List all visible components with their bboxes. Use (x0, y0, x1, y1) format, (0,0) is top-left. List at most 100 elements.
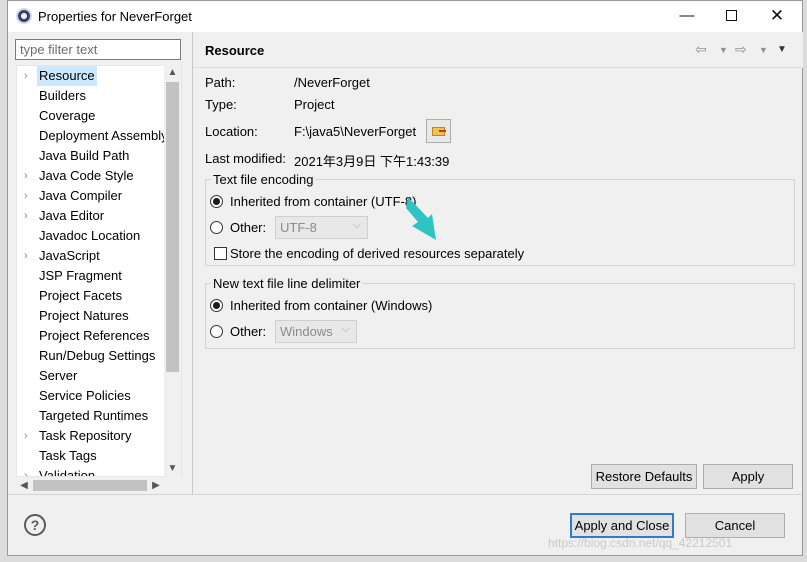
tree-horizontal-scrollbar[interactable]: ◀ ▶ (16, 477, 164, 494)
tree-item-project-natures[interactable]: Project Natures (17, 306, 167, 326)
tree-item-targeted-runtimes[interactable]: Targeted Runtimes (17, 406, 167, 426)
scroll-thumb[interactable] (166, 82, 179, 372)
tree-item-label: Project References (39, 328, 150, 343)
expand-arrow-icon[interactable]: › (24, 186, 34, 206)
forward-arrow-icon[interactable]: ⇨ (735, 41, 747, 58)
encoding-other-radio[interactable] (210, 221, 223, 234)
tree-item-java-compiler[interactable]: › Java Compiler (17, 186, 167, 206)
title-bar: Properties for NeverForget — ✕ (8, 1, 802, 32)
tree-item-jsp-fragment[interactable]: JSP Fragment (17, 266, 167, 286)
expand-arrow-icon[interactable]: › (24, 246, 34, 266)
delimiter-other-radio[interactable] (210, 325, 223, 338)
restore-defaults-button[interactable]: Restore Defaults (591, 464, 697, 489)
location-label: Location: (205, 124, 258, 139)
tree-item-label: Validation (39, 468, 96, 477)
encoding-inherited-radio[interactable] (210, 195, 223, 208)
scroll-right-icon[interactable]: ▶ (148, 477, 164, 494)
expand-arrow-icon[interactable]: › (24, 66, 34, 86)
back-dropdown-icon[interactable]: ▼ (719, 45, 728, 55)
tree-vertical-scrollbar[interactable]: ▲ ▼ (164, 65, 181, 477)
delimiter-other-value: Windows (280, 324, 333, 339)
resource-page: Resource ⇦ ▼ ⇨ ▼ ▼ Path: /NeverForget Ty… (193, 32, 803, 494)
encoding-other-label[interactable]: Other: (230, 220, 266, 235)
expand-arrow-icon[interactable]: › (24, 466, 34, 476)
tree-item-task-tags[interactable]: Task Tags (17, 446, 167, 466)
close-button[interactable]: ✕ (762, 6, 792, 26)
tree-item-validation[interactable]: › Validation (17, 466, 167, 477)
tree-item-resource[interactable]: › Resource (17, 66, 167, 86)
expand-arrow-icon[interactable]: › (24, 206, 34, 226)
last-modified-label: Last modified: (205, 151, 286, 166)
scroll-up-icon[interactable]: ▲ (164, 65, 181, 81)
chevron-down-icon: ⌵ (341, 323, 350, 335)
tree-item-label: JSP Fragment (39, 268, 122, 283)
type-value: Project (294, 97, 335, 112)
expand-arrow-icon[interactable]: › (24, 166, 34, 186)
page-title: Resource (205, 43, 265, 58)
tree-item-label: Javadoc Location (39, 228, 141, 243)
tree-item-coverage[interactable]: Coverage (17, 106, 167, 126)
cancel-button[interactable]: Cancel (685, 513, 785, 538)
bottom-separator (8, 494, 802, 495)
maximize-icon (725, 10, 737, 21)
store-encoding-checkbox[interactable] (214, 247, 227, 260)
tree-item-server[interactable]: Server (17, 366, 167, 386)
tree-item-task-repository[interactable]: › Task Repository (17, 426, 167, 446)
store-encoding-label[interactable]: Store the encoding of derived resources … (230, 246, 524, 261)
scroll-left-icon[interactable]: ◀ (16, 477, 32, 494)
tree-item-label: Resource (37, 66, 97, 86)
delimiter-other-combo[interactable]: Windows ⌵ (275, 320, 357, 343)
hscroll-thumb[interactable] (33, 480, 147, 491)
tree-item-service-policies[interactable]: Service Policies (17, 386, 167, 406)
location-value: F:\java5\NeverForget (294, 124, 417, 139)
show-in-explorer-button[interactable] (426, 119, 451, 143)
tree-item-javadoc-location[interactable]: Javadoc Location (17, 226, 167, 246)
apply-and-close-button[interactable]: Apply and Close (570, 513, 674, 538)
view-menu-icon[interactable]: ▼ (777, 44, 787, 55)
tree-item-project-references[interactable]: Project References (17, 326, 167, 346)
tree-item-deployment-assembly[interactable]: Deployment Assembly (17, 126, 168, 146)
delimiter-inherited-label[interactable]: Inherited from container (Windows) (230, 298, 432, 313)
tree-item-label: Builders (39, 88, 86, 103)
filter-input[interactable] (15, 39, 181, 60)
tree-item-run-debug-settings[interactable]: Run/Debug Settings (17, 346, 167, 366)
tree-item-label: Java Code Style (39, 168, 134, 183)
tree-item-label: Task Tags (39, 448, 97, 463)
tree-item-label: Deployment Assembly (39, 128, 168, 143)
tree-item-javascript[interactable]: › JavaScript (17, 246, 167, 266)
tree-item-label: Java Build Path (39, 148, 130, 163)
folder-icon (432, 127, 446, 136)
tree-item-label: JavaScript (39, 248, 100, 263)
encoding-other-combo[interactable]: UTF-8 ⌵ (275, 216, 368, 239)
tree-item-label: Run/Debug Settings (39, 348, 156, 363)
last-modified-value: 2021年3月9日 下午1:43:39 (294, 154, 450, 169)
type-label: Type: (205, 97, 237, 112)
watermark: https://blog.csdn.net/qq_42212501 (548, 536, 733, 550)
text-file-encoding-label: Text file encoding (213, 172, 314, 187)
tree-item-java-editor[interactable]: › Java Editor (17, 206, 167, 226)
line-delimiter-label: New text file line delimiter (213, 276, 361, 291)
scroll-down-icon[interactable]: ▼ (164, 461, 181, 477)
tree-item-builders[interactable]: Builders (17, 86, 167, 106)
delimiter-inherited-radio[interactable] (210, 299, 223, 312)
tree-item-java-code-style[interactable]: › Java Code Style (17, 166, 167, 186)
properties-dialog: Properties for NeverForget — ✕ ›Resource… (7, 0, 803, 556)
tree-item-label: Task Repository (39, 428, 132, 443)
tree-item-label: Targeted Runtimes (39, 408, 149, 423)
path-label: Path: (205, 75, 236, 90)
maximize-button[interactable] (716, 6, 746, 26)
chevron-down-icon: ⌵ (352, 219, 361, 231)
forward-dropdown-icon[interactable]: ▼ (759, 45, 768, 55)
tree-item-label: Service Policies (39, 388, 131, 403)
delimiter-other-label[interactable]: Other: (230, 324, 266, 339)
expand-arrow-icon[interactable]: › (24, 426, 34, 446)
window-title: Properties for NeverForget (38, 9, 192, 24)
apply-button[interactable]: Apply (703, 464, 793, 489)
minimize-button[interactable]: — (672, 6, 702, 26)
encoding-inherited-label[interactable]: Inherited from container (UTF-8) (230, 194, 416, 209)
tree-item-java-build-path[interactable]: Java Build Path (17, 146, 167, 166)
property-page-tree: › Resource Builders Coverage Deployment Asse… (16, 65, 182, 477)
back-arrow-icon[interactable]: ⇦ (695, 41, 707, 58)
tree-item-project-facets[interactable]: Project Facets (17, 286, 167, 306)
help-icon[interactable]: ? (24, 514, 46, 536)
